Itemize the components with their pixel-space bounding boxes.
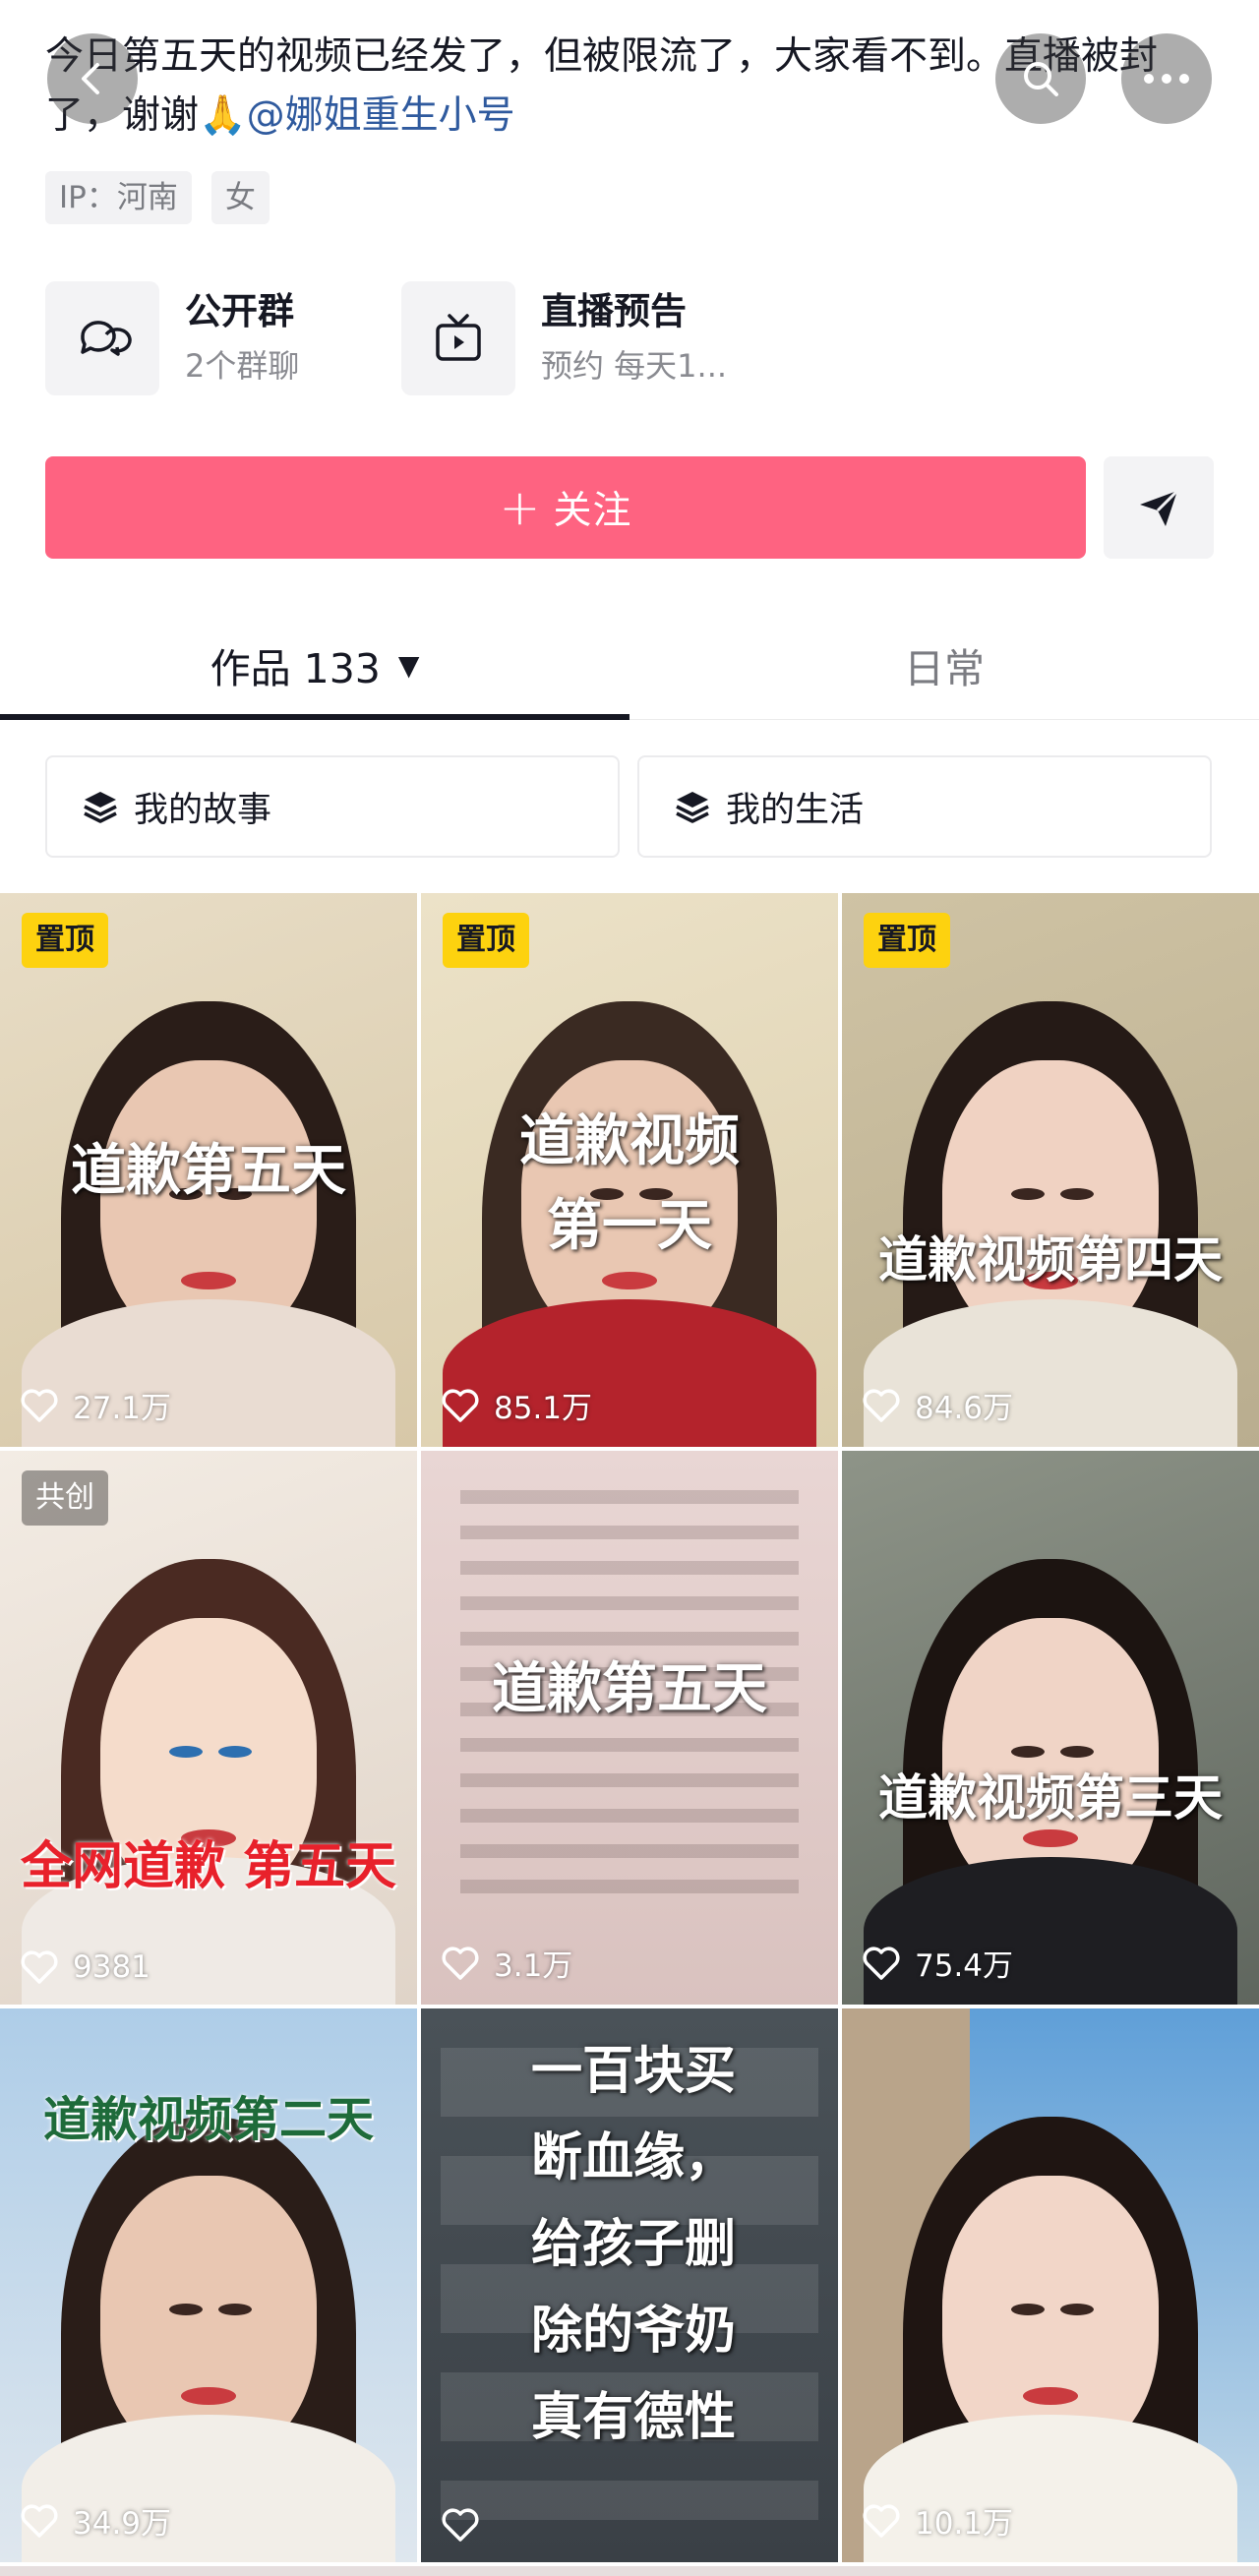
- thumbnail-lips: [181, 1272, 236, 1289]
- next-row-preview: [0, 2566, 1259, 2576]
- tv-icon: [401, 281, 515, 395]
- paper-plane-icon: [1140, 489, 1179, 526]
- like-count: [441, 2507, 494, 2543]
- follow-label: 关注: [553, 489, 632, 533]
- like-count: 27.1万: [20, 1383, 171, 1427]
- thumbnail-eye: [1060, 1188, 1094, 1200]
- plus-icon: +: [499, 479, 542, 536]
- profile-entries: 公开群 2个群聊 直播预告 预约 每天1...: [45, 281, 757, 395]
- video-thumbnail[interactable]: 一百块买 断血缘， 给孩子删 除的爷奶 真有德性: [421, 2008, 838, 2562]
- tab-works-label: 作品 133: [210, 645, 381, 692]
- like-count-value: 34.9万: [73, 2506, 172, 2542]
- heart-icon: [21, 1389, 58, 1422]
- more-button[interactable]: [1121, 33, 1212, 124]
- live-preview-subtitle: 预约 每天1...: [541, 347, 728, 385]
- video-thumbnail[interactable]: 道歉视频第二天 34.9万: [0, 2008, 417, 2562]
- thumbnail-eye: [1060, 2304, 1094, 2315]
- like-count: 10.1万: [862, 2498, 1013, 2543]
- video-overlay-text: 道歉视频 第一天: [519, 1109, 740, 1258]
- like-count-value: 9381: [73, 1949, 150, 1985]
- heart-icon: [21, 1950, 58, 1984]
- video-overlay-text: 道歉第五天: [492, 1657, 767, 1721]
- thumbnail-lips: [181, 2387, 236, 2405]
- like-count-value: 84.6万: [915, 1391, 1014, 1426]
- more-icon: [1144, 74, 1189, 84]
- video-thumbnail[interactable]: 共创 全网道歉 第五天 9381: [0, 1451, 417, 2005]
- chat-bubbles-icon: [45, 281, 159, 395]
- search-button[interactable]: [995, 33, 1086, 124]
- like-count-value: 27.1万: [73, 1391, 172, 1426]
- video-thumbnail[interactable]: 置顶 道歉视频第四天 84.6万: [842, 893, 1259, 1447]
- thumbnail-eye: [1011, 2304, 1045, 2315]
- send-message-button[interactable]: [1104, 456, 1214, 559]
- video-thumbnail[interactable]: 10.1万: [842, 2008, 1259, 2562]
- like-count-value: 85.1万: [494, 1391, 593, 1426]
- follow-button[interactable]: + 关注: [45, 456, 1086, 559]
- video-overlay-text: 道歉视频第三天: [878, 1769, 1223, 1827]
- caret-down-icon: ▼: [397, 648, 420, 682]
- video-overlay-text: 一百块买 断血缘， 给孩子删 除的爷奶 真有德性: [531, 2042, 737, 2447]
- collection-my-life[interactable]: 我的生活: [637, 755, 1212, 858]
- active-tab-indicator: [0, 714, 630, 720]
- heart-icon: [863, 2504, 900, 2538]
- collections-row: 我的故事 我的生活: [45, 755, 1212, 858]
- thumbnail-lips: [1023, 2387, 1078, 2405]
- layers-icon: [676, 792, 709, 823]
- co-creation-badge: 共创: [22, 1470, 108, 1526]
- group-chat-entry[interactable]: 公开群 2个群聊: [45, 281, 401, 395]
- thumbnail-eye: [218, 1746, 252, 1758]
- video-overlay-text: 全网道歉 第五天: [20, 1837, 397, 1896]
- bio-text: 今日第五天的视频已经发了，但被限流了，大家看不到。直播被封了，谢谢🙏: [45, 34, 1159, 138]
- like-count: 84.6万: [862, 1383, 1013, 1427]
- heart-icon: [442, 1947, 479, 1980]
- collection-my-story[interactable]: 我的故事: [45, 755, 620, 858]
- pinned-badge: 置顶: [443, 913, 529, 968]
- collection-label: 我的生活: [726, 790, 865, 830]
- thumbnail-eye: [218, 2304, 252, 2315]
- like-count: 34.9万: [20, 2498, 171, 2543]
- live-preview-entry[interactable]: 直播预告 预约 每天1...: [401, 281, 757, 395]
- video-overlay-text: 道歉第五天: [71, 1139, 346, 1203]
- pinned-badge: 置顶: [22, 913, 108, 968]
- heart-icon: [442, 1389, 479, 1422]
- search-icon: [1024, 62, 1058, 96]
- layers-icon: [84, 792, 117, 823]
- thumbnail-lips: [602, 1272, 657, 1289]
- group-chat-subtitle: 2个群聊: [185, 347, 300, 385]
- video-thumbnail[interactable]: 置顶 道歉第五天 27.1万: [0, 893, 417, 1447]
- ip-location-tag: IP：河南: [45, 171, 192, 224]
- heart-icon: [442, 2508, 479, 2542]
- video-thumbnail[interactable]: 道歉视频第三天 75.4万: [842, 1451, 1259, 2005]
- heart-icon: [863, 1389, 900, 1422]
- tab-works[interactable]: 作品 133 ▼: [0, 610, 630, 720]
- like-count-value: 10.1万: [915, 2506, 1014, 2542]
- like-count-value: 3.1万: [494, 1948, 573, 1984]
- thumbnail-eye: [1011, 1188, 1045, 1200]
- video-thumbnail[interactable]: 置顶 道歉视频 第一天 85.1万: [421, 893, 838, 1447]
- video-thumbnail[interactable]: 道歉第五天 3.1万: [421, 1451, 838, 2005]
- video-overlay-text: 道歉视频第二天: [42, 2092, 374, 2147]
- collection-label: 我的故事: [134, 790, 272, 830]
- like-count: 9381: [20, 1949, 150, 1985]
- like-count: 75.4万: [862, 1941, 1013, 1985]
- live-preview-title: 直播预告: [541, 290, 687, 332]
- like-count: 3.1万: [441, 1941, 572, 1985]
- heart-icon: [863, 1947, 900, 1980]
- group-chat-title: 公开群: [185, 290, 294, 332]
- tab-daily-label: 日常: [904, 645, 985, 692]
- back-button[interactable]: [47, 33, 138, 124]
- heart-icon: [21, 2504, 58, 2538]
- video-overlay-text: 道歉视频第四天: [878, 1231, 1223, 1288]
- pinned-badge: 置顶: [864, 913, 950, 968]
- content-tabs: 作品 133 ▼ 日常: [0, 610, 1259, 720]
- profile-tags: IP：河南 女: [45, 171, 270, 224]
- chevron-left-icon: [82, 63, 99, 94]
- gender-tag: 女: [210, 171, 270, 224]
- bio-mention-link[interactable]: @娜姐重生小号: [247, 93, 515, 138]
- like-count-value: 75.4万: [915, 1948, 1014, 1984]
- thumbnail-eye: [169, 2304, 203, 2315]
- like-count: 85.1万: [441, 1383, 592, 1427]
- thumbnail-eye: [169, 1746, 203, 1758]
- tab-daily[interactable]: 日常: [630, 610, 1259, 720]
